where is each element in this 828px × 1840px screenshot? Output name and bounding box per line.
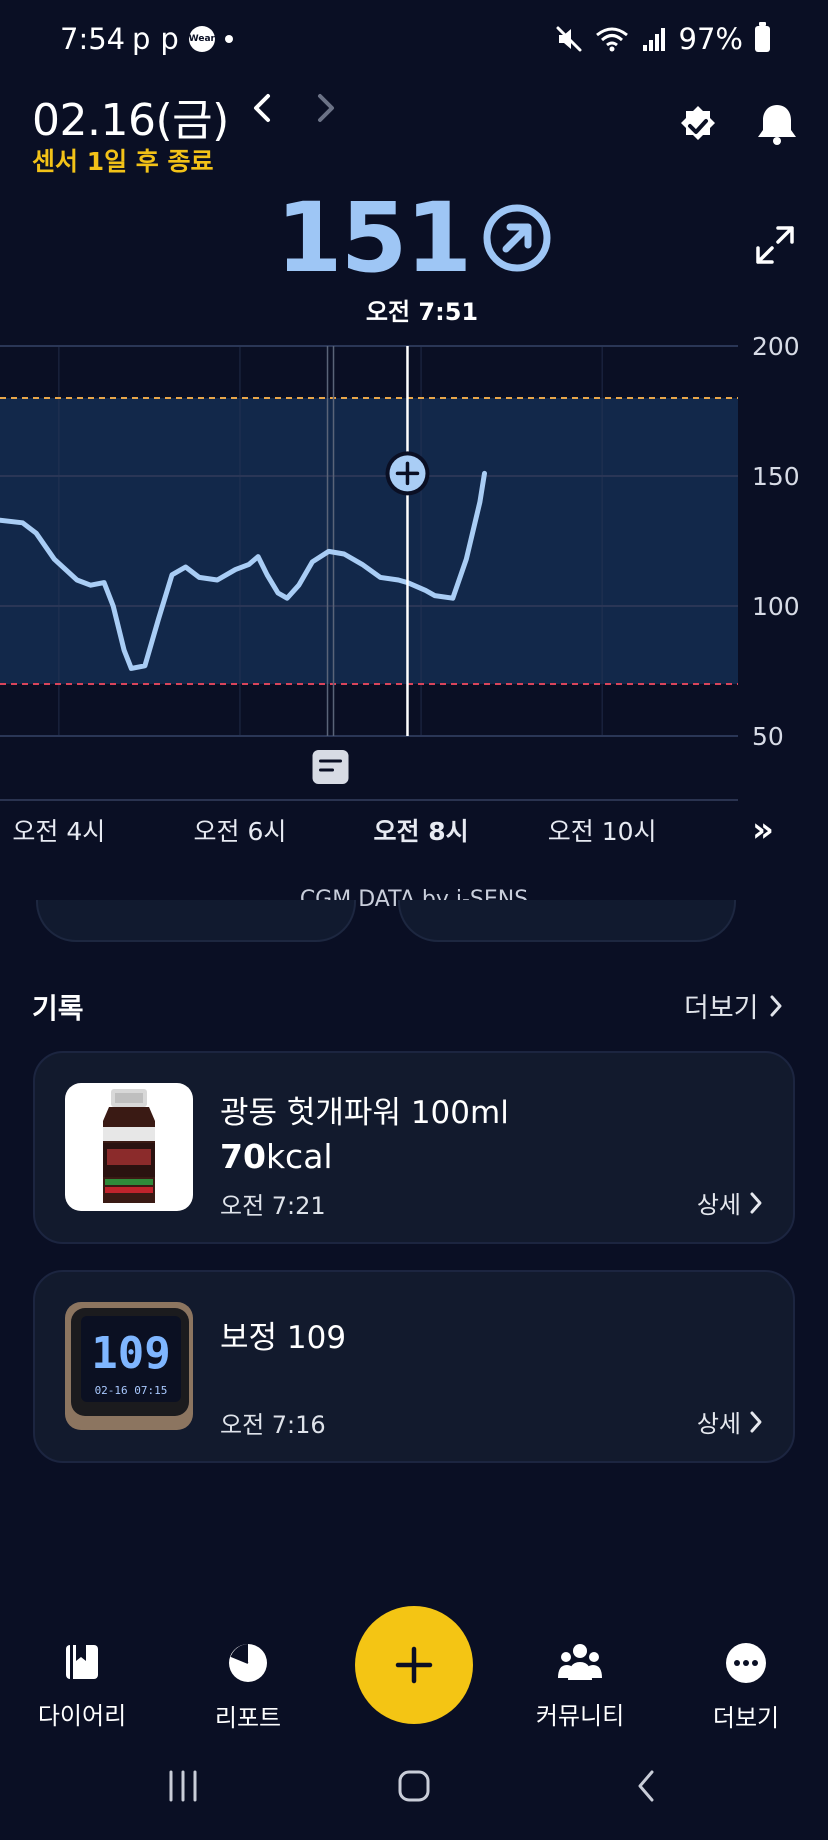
- chevron-right-icon[interactable]: [314, 90, 338, 126]
- current-glucose: 151: [0, 190, 828, 286]
- plus-icon: [395, 1646, 433, 1684]
- nav-community[interactable]: 커뮤니티: [520, 1642, 640, 1731]
- record-detail-link[interactable]: 상세: [697, 1404, 763, 1439]
- glucose-value: 151: [275, 182, 472, 294]
- y-tick-label: 150: [752, 462, 800, 491]
- report-icon: [229, 1644, 267, 1682]
- kcal-unit: kcal: [265, 1137, 333, 1176]
- app-notification-p1: p: [132, 22, 151, 56]
- nav-diary[interactable]: 다이어리: [22, 1642, 142, 1731]
- battery-percent: 97%: [678, 22, 743, 56]
- status-indicators: 97%: [555, 22, 770, 56]
- glucose-time: 오전 7:51: [365, 298, 479, 326]
- record-kcal: 70kcal: [220, 1137, 333, 1176]
- record-title: 광동 헛개파워 100ml: [220, 1095, 509, 1131]
- kcal-value: 70: [220, 1137, 266, 1176]
- record-title: 보정 109: [220, 1320, 347, 1356]
- records-title: 기록: [32, 992, 84, 1025]
- recent-apps-icon[interactable]: [166, 1768, 200, 1804]
- detail-label: 상세: [696, 1410, 741, 1438]
- meter-reading: 109: [91, 1328, 170, 1379]
- double-chevron-right-icon[interactable]: »: [752, 810, 774, 850]
- home-icon[interactable]: [396, 1768, 432, 1804]
- nav-label: 리포트: [214, 1704, 282, 1732]
- y-tick-label: 50: [752, 722, 784, 751]
- record-card-food[interactable]: 광동 헛개파워 100ml 70kcal 오전 7:21 상세: [33, 1051, 795, 1244]
- record-time: 오전 7:21: [220, 1192, 326, 1220]
- detail-label: 상세: [696, 1191, 741, 1219]
- expand-icon[interactable]: [754, 224, 796, 266]
- status-time: 7:54: [60, 22, 126, 56]
- date-label[interactable]: 02.16(금): [32, 84, 229, 148]
- arrow-up-right-icon: [483, 204, 551, 272]
- chevron-right-icon: [750, 1192, 762, 1213]
- battery-icon: [755, 22, 770, 52]
- wifi-icon: [595, 27, 628, 52]
- target-range-band: [0, 398, 738, 684]
- records-more-label: 더보기: [684, 993, 759, 1024]
- summary-card-left[interactable]: [36, 900, 356, 942]
- records-more-link[interactable]: 더보기: [684, 986, 783, 1025]
- record-detail-link[interactable]: 상세: [697, 1185, 763, 1220]
- chevron-right-icon: [750, 1411, 762, 1432]
- app-notification-p2: p: [160, 22, 179, 56]
- glucometer-photo: 109 02-16 07:15: [65, 1302, 193, 1430]
- glucose-chart[interactable]: 200 150 100 50: [0, 330, 828, 810]
- chevron-left-icon[interactable]: [250, 90, 274, 126]
- status-app-icons: p p Wear: [132, 22, 233, 56]
- signal-icon: [642, 28, 665, 51]
- sensor-expiry-notice: 센서 1일 후 종료: [32, 147, 214, 176]
- chevron-right-icon: [770, 995, 782, 1016]
- x-tick-label: 오전 4시: [12, 817, 106, 846]
- summary-card-right[interactable]: [398, 900, 736, 942]
- x-tick-label: 오전 10시: [547, 817, 657, 846]
- y-tick-label: 200: [752, 332, 800, 361]
- chart-x-axis: 오전 4시 오전 6시 오전 8시 오전 10시: [0, 812, 828, 852]
- wear-badge-icon: Wear: [189, 26, 215, 52]
- record-time: 오전 7:16: [220, 1411, 326, 1439]
- note-icon: [312, 750, 349, 784]
- more-icon: [726, 1643, 766, 1683]
- bell-icon[interactable]: [754, 101, 800, 147]
- food-photo: [65, 1083, 193, 1211]
- more-notifications-dot: [224, 35, 233, 43]
- mute-icon: [556, 26, 582, 52]
- nav-more[interactable]: 더보기: [686, 1642, 806, 1733]
- record-card-calibration[interactable]: 109 02-16 07:15 보정 109 오전 7:16 상세: [33, 1270, 795, 1463]
- verified-badge-icon[interactable]: [676, 104, 720, 148]
- add-record-button[interactable]: [355, 1606, 473, 1724]
- community-icon: [558, 1644, 602, 1680]
- nav-label: 다이어리: [37, 1702, 127, 1730]
- nav-label: 더보기: [712, 1704, 780, 1732]
- x-tick-label: 오전 6시: [193, 817, 287, 846]
- nav-label: 커뮤니티: [535, 1702, 625, 1730]
- nav-report[interactable]: 리포트: [188, 1642, 308, 1733]
- meter-date: 02-16 07:15: [95, 1384, 168, 1397]
- x-tick-label: 오전 8시: [373, 817, 469, 846]
- back-icon[interactable]: [632, 1768, 660, 1804]
- y-tick-label: 100: [752, 592, 800, 621]
- diary-icon: [66, 1645, 98, 1679]
